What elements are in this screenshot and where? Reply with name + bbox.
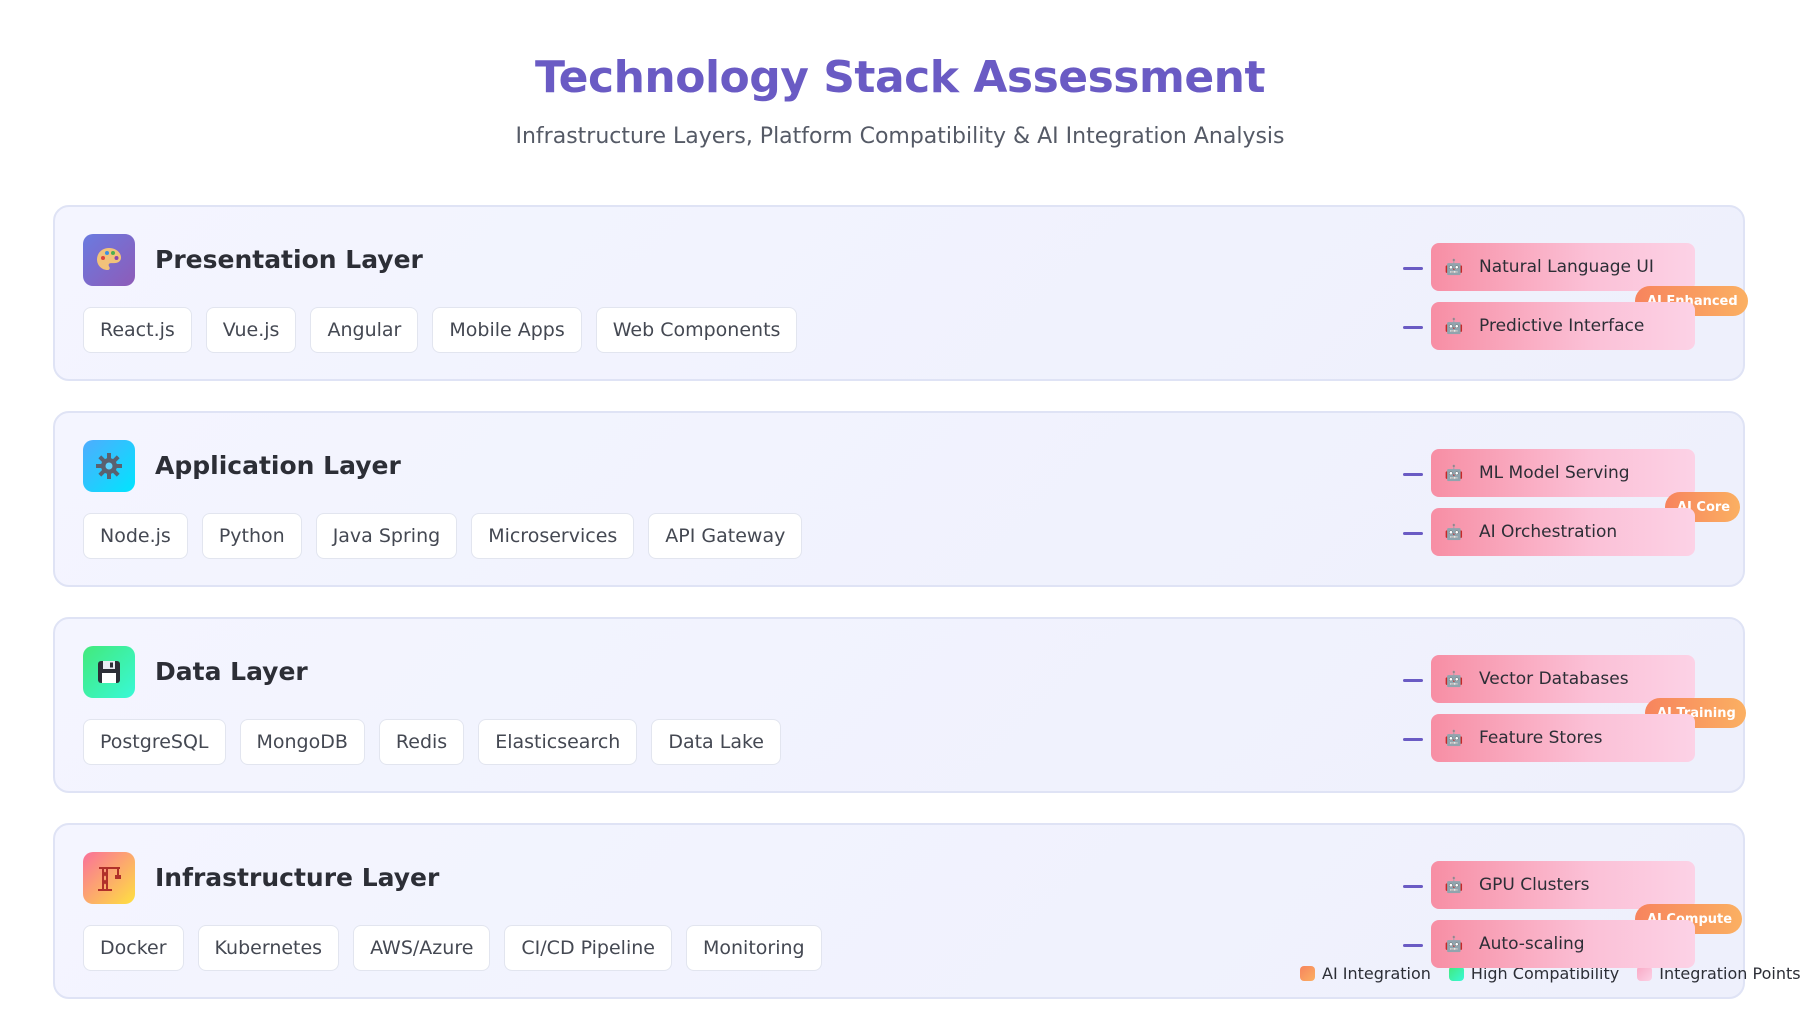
tech-chip-nodejs: Node.js bbox=[83, 513, 188, 559]
ai-item-label: Auto-scaling bbox=[1479, 934, 1585, 954]
tech-chip-web-components: Web Components bbox=[595, 307, 798, 353]
layer-card-data: Data Layer PostgreSQL MongoDB Redis Elas… bbox=[53, 617, 1746, 793]
floppy-disk-icon bbox=[83, 646, 135, 698]
connector-line bbox=[1403, 738, 1423, 741]
connector-line bbox=[1403, 267, 1423, 270]
ai-integration-group: 🤖 Vector Databases AI Training 🤖 Feature… bbox=[1403, 646, 1746, 762]
page-title: Technology Stack Assessment bbox=[534, 52, 1266, 103]
legend-swatch bbox=[1300, 966, 1315, 981]
connector-line bbox=[1403, 944, 1423, 947]
robot-icon: 🤖 bbox=[1444, 729, 1464, 747]
ai-integration-group: 🤖 Natural Language UI AI Enhanced 🤖 Pred… bbox=[1403, 234, 1748, 350]
layer-title: Application Layer bbox=[155, 451, 401, 480]
tech-chip-monitoring: Monitoring bbox=[685, 925, 822, 971]
ai-integration-item: 🤖 GPU Clusters bbox=[1431, 861, 1695, 909]
robot-icon: 🤖 bbox=[1444, 935, 1464, 953]
tech-chip-angular: Angular bbox=[310, 307, 419, 353]
ai-item-label: Predictive Interface bbox=[1479, 316, 1645, 336]
ai-item-label: ML Model Serving bbox=[1479, 463, 1630, 483]
legend-label: AI Integration bbox=[1322, 964, 1431, 983]
legend-swatch bbox=[1637, 966, 1653, 981]
page-subtitle: Infrastructure Layers, Platform Compatib… bbox=[515, 124, 1285, 149]
tech-chip-python: Python bbox=[201, 513, 302, 559]
ai-item-label: GPU Clusters bbox=[1479, 875, 1590, 895]
layer-card-presentation: Presentation Layer React.js Vue.js Angul… bbox=[53, 205, 1748, 381]
ai-integration-item: 🤖 Natural Language UI bbox=[1431, 243, 1695, 291]
ai-item-label: Natural Language UI bbox=[1479, 257, 1654, 277]
tech-chip-microservices: Microservices bbox=[471, 513, 635, 559]
layer-card-application: Application Layer Node.js Python Java Sp… bbox=[53, 411, 1745, 587]
palette-icon bbox=[83, 234, 135, 286]
robot-icon: 🤖 bbox=[1444, 258, 1464, 276]
tech-chip-api-gateway: API Gateway bbox=[648, 513, 803, 559]
ai-item-label: AI Orchestration bbox=[1479, 522, 1618, 542]
ai-integration-group: 🤖 GPU Clusters AI Compute 🤖 Auto-scaling bbox=[1403, 852, 1743, 968]
tech-list: React.js Vue.js Angular Mobile Apps Web … bbox=[83, 307, 798, 353]
tech-list: Node.js Python Java Spring Microservices… bbox=[83, 513, 803, 559]
layer-title: Presentation Layer bbox=[155, 245, 423, 274]
ai-integration-item: 🤖 Feature Stores bbox=[1431, 714, 1695, 762]
legend-swatch bbox=[1448, 966, 1464, 981]
robot-icon: 🤖 bbox=[1444, 523, 1464, 541]
layer-title: Infrastructure Layer bbox=[155, 863, 440, 892]
tech-chip-java-spring: Java Spring bbox=[315, 513, 458, 559]
tech-chip-cicd-pipeline: CI/CD Pipeline bbox=[504, 925, 672, 971]
ai-integration-group: 🤖 ML Model Serving AI Core 🤖 AI Orchestr… bbox=[1403, 440, 1741, 556]
ai-item-label: Feature Stores bbox=[1479, 728, 1603, 748]
layer-title: Data Layer bbox=[155, 657, 308, 686]
tech-chip-docker: Docker bbox=[83, 925, 184, 971]
robot-icon: 🤖 bbox=[1444, 670, 1464, 688]
ai-integration-item: 🤖 Predictive Interface bbox=[1431, 302, 1695, 350]
tech-list: PostgreSQL MongoDB Redis Elasticsearch D… bbox=[83, 719, 781, 765]
ai-integration-item: 🤖 Vector Databases bbox=[1431, 655, 1695, 703]
connector-line bbox=[1403, 885, 1423, 888]
tech-chip-vue: Vue.js bbox=[205, 307, 297, 353]
tech-chip-redis: Redis bbox=[378, 719, 465, 765]
tech-chip-kubernetes: Kubernetes bbox=[197, 925, 340, 971]
connector-line bbox=[1403, 679, 1423, 682]
connector-line bbox=[1403, 532, 1423, 535]
connector-line bbox=[1403, 473, 1423, 476]
tech-chip-data-lake: Data Lake bbox=[651, 719, 781, 765]
tech-chip-mobile-apps: Mobile Apps bbox=[432, 307, 582, 353]
tech-chip-postgresql: PostgreSQL bbox=[83, 719, 226, 765]
tech-chip-react: React.js bbox=[83, 307, 192, 353]
connector-line bbox=[1403, 326, 1423, 329]
robot-icon: 🤖 bbox=[1444, 876, 1464, 894]
robot-icon: 🤖 bbox=[1444, 317, 1464, 335]
tech-chip-elasticsearch: Elasticsearch bbox=[478, 719, 638, 765]
gear-icon bbox=[83, 440, 135, 492]
ai-integration-item: 🤖 Auto-scaling bbox=[1431, 920, 1695, 968]
legend-item-ai-integration: AI Integration bbox=[1300, 964, 1431, 983]
tech-chip-aws-azure: AWS/Azure bbox=[353, 925, 491, 971]
ai-item-label: Vector Databases bbox=[1479, 669, 1629, 689]
tech-list: Docker Kubernetes AWS/Azure CI/CD Pipeli… bbox=[83, 925, 822, 971]
tech-chip-mongodb: MongoDB bbox=[239, 719, 365, 765]
crane-icon bbox=[83, 852, 135, 904]
robot-icon: 🤖 bbox=[1444, 464, 1464, 482]
ai-integration-item: 🤖 ML Model Serving bbox=[1431, 449, 1695, 497]
ai-integration-item: 🤖 AI Orchestration bbox=[1431, 508, 1695, 556]
